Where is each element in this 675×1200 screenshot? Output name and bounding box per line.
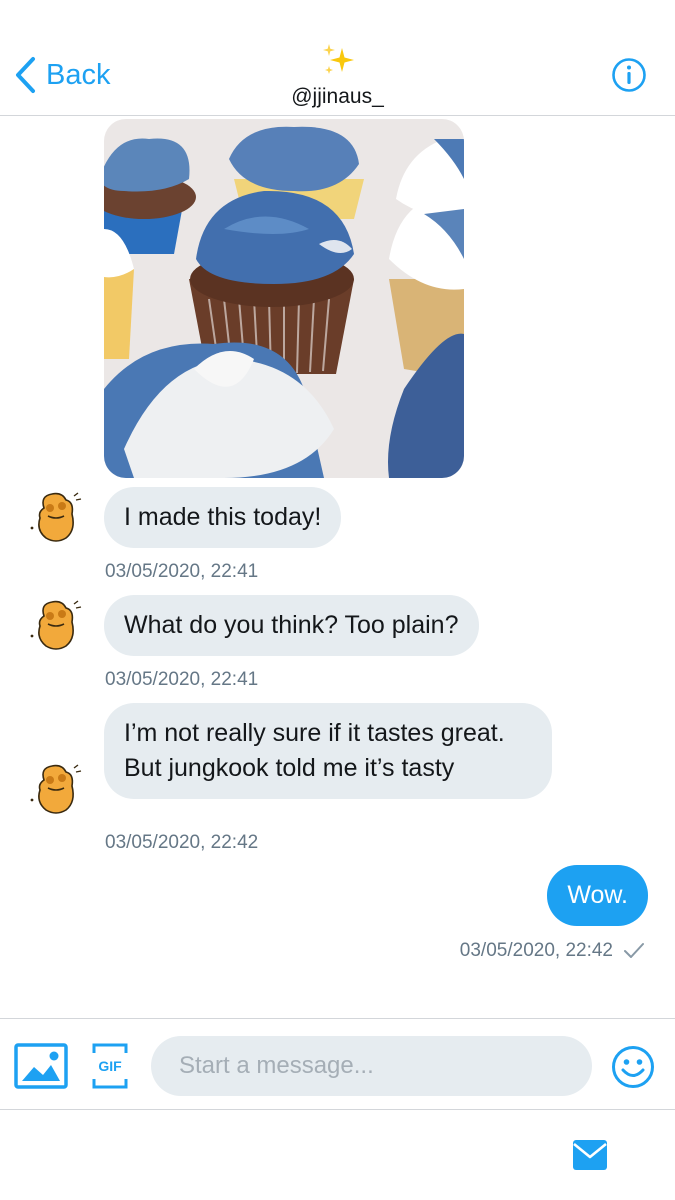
message-bubble[interactable]: I made this today! [104, 487, 342, 548]
message-timestamp: 03/05/2020, 22:42 [105, 832, 259, 853]
sparkles-icon [322, 44, 354, 74]
avatar[interactable] [26, 758, 86, 818]
message-timestamp: 03/05/2020, 22:41 [105, 669, 259, 690]
smiley-icon[interactable] [611, 1045, 655, 1089]
message-bubble[interactable]: I’m not really sure if it tastes great. … [104, 703, 552, 799]
checkmark-icon [624, 943, 644, 958]
message-composer: GIF [0, 1018, 675, 1110]
message-bubble[interactable]: What do you think? Too plain? [104, 595, 479, 656]
cupcakes-photo [104, 119, 464, 478]
image-icon[interactable] [14, 1043, 68, 1089]
gif-label: GIF [98, 1058, 122, 1074]
sent-message-meta: 03/05/2020, 22:42 [460, 940, 645, 962]
conversation-handle: @jjinaus_ [291, 85, 384, 108]
message-photo[interactable] [104, 119, 464, 478]
avatar[interactable] [26, 486, 86, 546]
message-timestamp: 03/05/2020, 22:41 [105, 561, 259, 582]
sent-message-bubble[interactable]: Wow. [547, 865, 648, 926]
info-icon[interactable] [611, 57, 647, 93]
message-input[interactable] [151, 1036, 592, 1096]
message-timestamp: 03/05/2020, 22:42 [459, 940, 613, 961]
avatar[interactable] [26, 594, 86, 654]
gif-button[interactable]: GIF [92, 1043, 128, 1089]
conversation-title[interactable]: @jjinaus_ [0, 42, 675, 109]
envelope-icon[interactable] [573, 1140, 607, 1170]
conversation-header: Back @jjinaus_ [0, 0, 675, 116]
